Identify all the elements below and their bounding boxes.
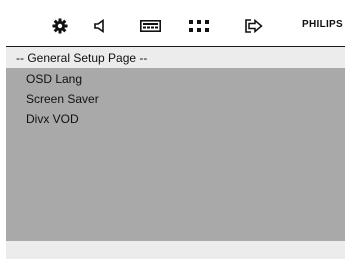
- setup-toolbar: PHILIPS: [6, 5, 345, 46]
- menu-item-divx-vod[interactable]: Divx VOD: [26, 112, 79, 126]
- speaker-icon[interactable]: [92, 17, 108, 35]
- setup-menu-screen: PHILIPS -- General Setup Page -- OSD Lan…: [6, 5, 345, 259]
- menu-item-osd-lang[interactable]: OSD Lang: [26, 72, 82, 86]
- exit-arrow-icon[interactable]: [245, 17, 263, 35]
- preference-dots-icon[interactable]: [188, 17, 210, 35]
- gear-icon[interactable]: [51, 17, 69, 35]
- video-screen-icon[interactable]: [139, 17, 161, 35]
- brand-logo: PHILIPS: [302, 19, 343, 30]
- menu-panel: OSD Lang Screen Saver Divx VOD: [6, 68, 345, 241]
- page-header: -- General Setup Page --: [6, 47, 345, 68]
- status-bar: [6, 241, 345, 259]
- page-title: -- General Setup Page --: [16, 51, 148, 65]
- menu-item-screen-saver[interactable]: Screen Saver: [26, 92, 99, 106]
